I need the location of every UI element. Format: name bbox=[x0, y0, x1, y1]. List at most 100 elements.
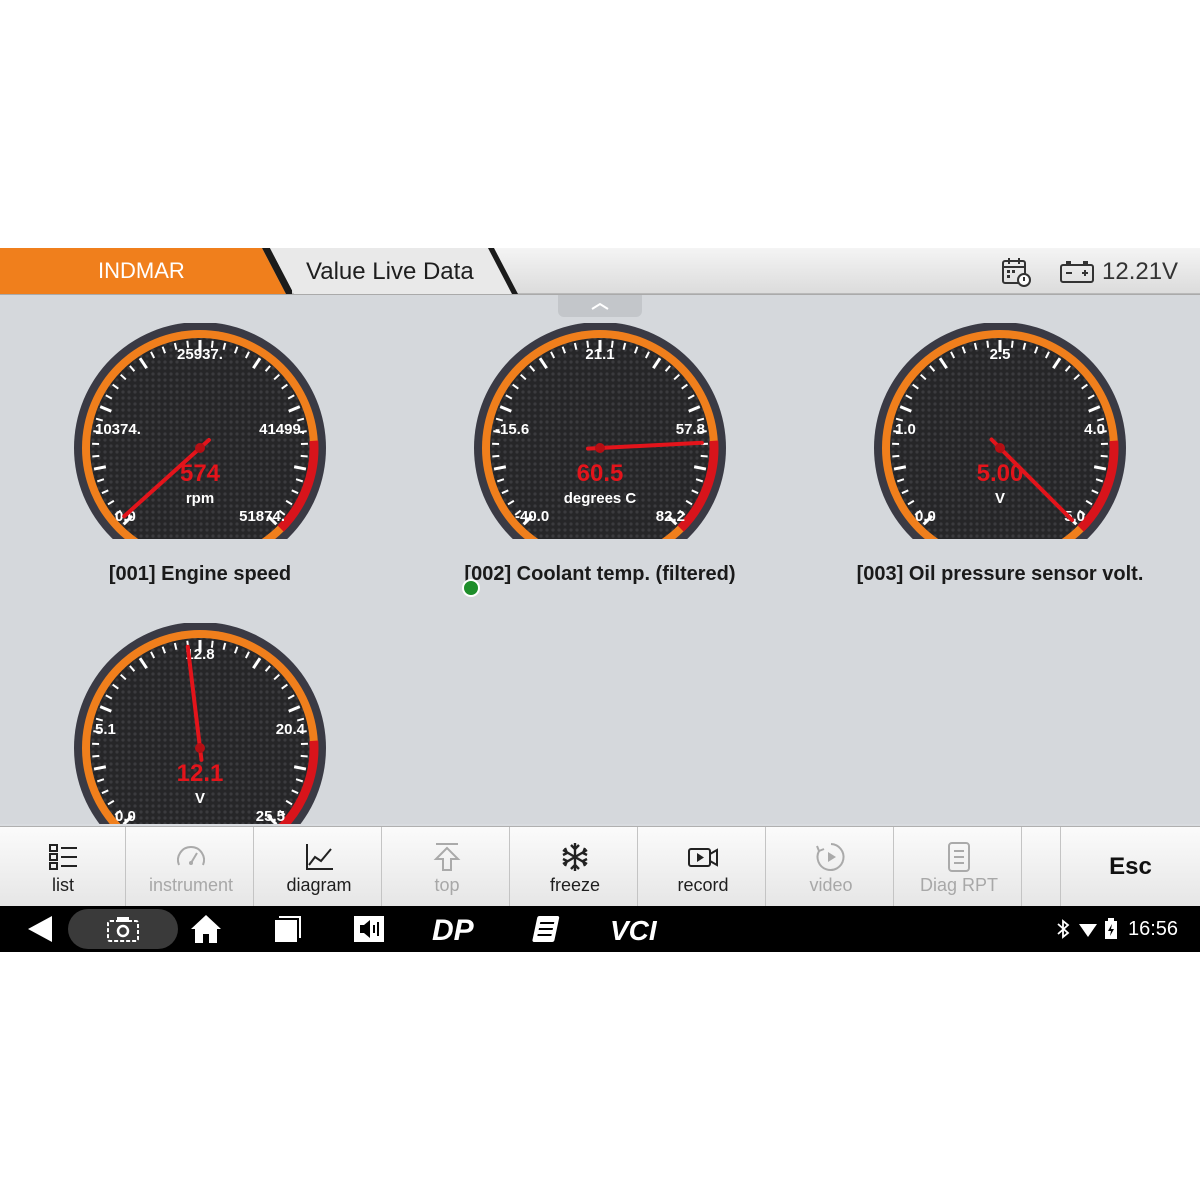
tick-label: 10374. bbox=[95, 421, 141, 438]
top-button[interactable]: top bbox=[384, 827, 510, 907]
tick-label: -15.6 bbox=[495, 421, 529, 438]
diag-rpt-label: Diag RPT bbox=[919, 875, 999, 895]
instrument-label: instrument bbox=[148, 875, 234, 895]
gauge-unit: rpm bbox=[186, 490, 214, 507]
gauge-caption: [002] Coolant temp. (filtered) bbox=[464, 563, 736, 585]
recent-apps-icon[interactable] bbox=[272, 914, 302, 944]
home-icon[interactable] bbox=[190, 914, 222, 944]
video-icon bbox=[816, 843, 845, 871]
header-bar: INDMAR Value Live Data 12.21V bbox=[0, 248, 1200, 294]
diagram-icon bbox=[306, 844, 333, 870]
gauge-unit: degrees C bbox=[564, 490, 637, 507]
report-icon bbox=[948, 842, 970, 872]
screenshot-button[interactable] bbox=[68, 909, 178, 949]
record-label: record bbox=[677, 875, 729, 895]
gauge-oil-pressure-volt[interactable]: 0.0 1.0 2.5 4.0 5.0 5.00 V [003] Oil pressure … bbox=[800, 295, 1200, 595]
screenshot-icon bbox=[107, 917, 139, 942]
system-nav-bar: DP VCI 16:56 bbox=[0, 906, 1200, 952]
video-label: video bbox=[809, 875, 853, 895]
tick-label: 41499. bbox=[259, 421, 305, 438]
gauge-tick bbox=[492, 454, 500, 458]
instrument-button[interactable]: instrument bbox=[128, 827, 254, 907]
freeze-button[interactable]: freeze bbox=[512, 827, 638, 907]
gauge-tick bbox=[92, 454, 100, 458]
gauge-dial: 0.05.112.820.425.512.1V bbox=[74, 623, 326, 824]
list-icon bbox=[49, 844, 77, 870]
tick-label: 21.1 bbox=[585, 346, 614, 363]
gauge-engine-speed[interactable]: 0.010374.25937.41499.51874.574rpm [001] … bbox=[0, 295, 400, 595]
page-title: Value Live Data bbox=[306, 258, 474, 285]
gauge-tick bbox=[300, 754, 308, 758]
gauge-grid: 0.0 10374. 25937. 41499. 51874. 574 rpm [001] … bbox=[0, 294, 1200, 824]
tick-label: -40.0 bbox=[515, 508, 549, 525]
battery-icon bbox=[1060, 261, 1094, 283]
top-label: top bbox=[434, 875, 460, 895]
gauge-value: 60.5 bbox=[577, 460, 624, 487]
tick-label: 2.5 bbox=[990, 346, 1011, 363]
list-button[interactable]: list bbox=[0, 827, 126, 907]
battery-status-icon bbox=[1105, 918, 1117, 939]
gauge-value: 12.1 bbox=[177, 760, 224, 787]
dp-icon[interactable]: DP bbox=[432, 914, 482, 944]
battery-voltage: 12.21V bbox=[1102, 258, 1179, 285]
svg-text:VCI: VCI bbox=[610, 915, 658, 944]
record-button[interactable]: record bbox=[640, 827, 766, 907]
tick-label: 51874. bbox=[239, 508, 285, 525]
tick-label: 4.0 bbox=[1084, 421, 1105, 438]
freeze-label: freeze bbox=[549, 875, 601, 895]
bluetooth-icon bbox=[1057, 919, 1070, 939]
video-button[interactable]: video bbox=[768, 827, 894, 907]
brand-label: INDMAR bbox=[98, 258, 185, 283]
instrument-icon bbox=[177, 846, 205, 866]
gauge-unit: V bbox=[195, 790, 205, 807]
record-icon bbox=[688, 848, 718, 867]
needle-hub bbox=[995, 443, 1005, 453]
gauge-voltage[interactable]: 0.0 5.1 12.8 20.4 25.5 12.1 V bbox=[0, 595, 400, 824]
needle-hub bbox=[195, 443, 205, 453]
tick-label: 20.4 bbox=[276, 721, 306, 738]
clock: 16:56 bbox=[1128, 918, 1179, 940]
gauge-caption: [001] Engine speed bbox=[108, 563, 292, 585]
status-indicator bbox=[462, 579, 480, 597]
esc-button[interactable]: Esc bbox=[1060, 827, 1200, 907]
tick-label: 25.5 bbox=[256, 808, 285, 824]
gauge-tick bbox=[700, 454, 708, 458]
tick-label: 57.8 bbox=[676, 421, 705, 438]
volume-icon[interactable] bbox=[352, 914, 386, 944]
gauge-tick bbox=[986, 340, 990, 348]
function-toolbar: list instrument diagram top freeze recor… bbox=[0, 826, 1200, 907]
diag-rpt-button[interactable]: Diag RPT bbox=[896, 827, 1022, 907]
gauge-tick bbox=[892, 454, 900, 458]
gauge-tick bbox=[1010, 340, 1014, 348]
gauge-unit: V bbox=[995, 490, 1005, 507]
diagram-button[interactable]: diagram bbox=[256, 827, 382, 907]
needle-hub bbox=[195, 743, 205, 753]
snowflake-icon bbox=[562, 843, 588, 871]
gauge-caption: [003] Oil pressure sensor volt. bbox=[856, 563, 1144, 585]
vci-icon[interactable]: VCI bbox=[610, 914, 660, 944]
list-label: list bbox=[52, 875, 74, 895]
gauge-dial: 0.01.02.54.05.05.00V bbox=[874, 323, 1126, 539]
top-arrow-icon bbox=[433, 843, 461, 871]
back-icon[interactable] bbox=[24, 914, 56, 944]
calendar-icon[interactable] bbox=[1000, 256, 1032, 288]
tick-label: 5.1 bbox=[95, 721, 116, 738]
tick-label: 25937. bbox=[177, 346, 223, 363]
tick-label: 0.0 bbox=[915, 508, 936, 525]
diagram-label: diagram bbox=[286, 875, 352, 895]
gauge-tick bbox=[1100, 454, 1108, 458]
tick-label: 0.0 bbox=[115, 808, 136, 824]
svg-text:DP: DP bbox=[432, 914, 475, 944]
tick-label: 82.2 bbox=[656, 508, 685, 525]
needle-hub bbox=[595, 443, 605, 453]
tick-label: 1.0 bbox=[895, 421, 916, 438]
gauge-tick bbox=[92, 754, 100, 758]
gauge-value: 574 bbox=[180, 460, 221, 487]
app-screen: INDMAR Value Live Data 12.21V 10374. 259… bbox=[0, 248, 1200, 952]
gauge-dial: -40.0 -15.6 21.1 57.8 82.2 60.5 degrees C bbox=[474, 323, 726, 539]
gauge-tick bbox=[300, 454, 308, 458]
notes-icon[interactable] bbox=[528, 914, 562, 944]
wifi-icon bbox=[1079, 924, 1097, 937]
gauge-coolant-temp[interactable]: -40.0 -15.6 21.1 57.8 82.2 60.5 degrees C [002… bbox=[400, 295, 800, 595]
gauge-dial: 0.010374.25937.41499.51874.574rpm bbox=[74, 323, 326, 539]
